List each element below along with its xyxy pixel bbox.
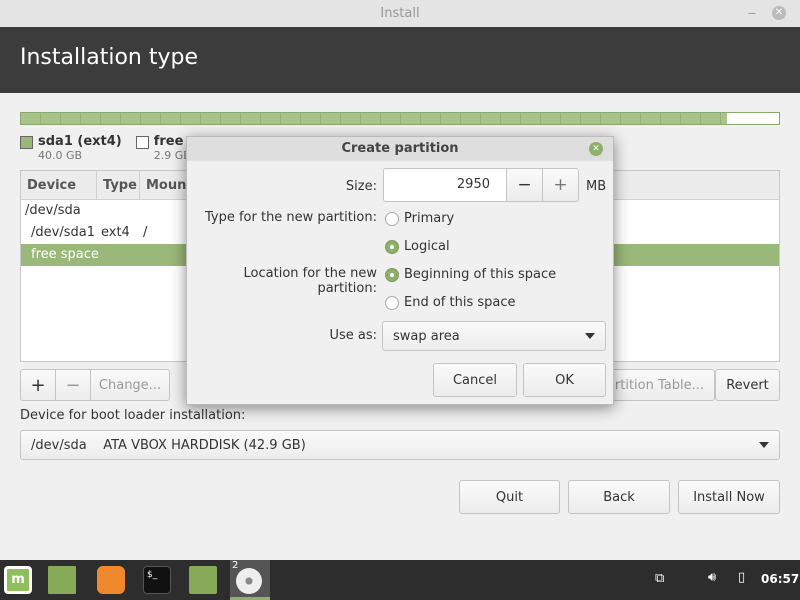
firefox-icon[interactable] (97, 566, 125, 594)
column-type[interactable]: Type (97, 171, 140, 200)
mint-menu-icon[interactable]: m (4, 566, 32, 594)
radio-label: End of this space (404, 295, 516, 310)
use-as-value: swap area (393, 328, 460, 344)
taskbar: m $_ 2 ⧉ 🔊︎ ▯ 06:57 (0, 560, 800, 600)
window-title: Install (380, 6, 420, 21)
legend-swatch (135, 136, 149, 149)
cell-type: ext4 (101, 225, 130, 240)
files-icon[interactable] (189, 566, 217, 594)
radio-label: Primary (404, 211, 455, 226)
add-partition-button[interactable]: + (20, 369, 56, 401)
volume-icon[interactable]: 🔊︎ (708, 570, 716, 585)
cancel-button[interactable]: Cancel (433, 363, 517, 397)
use-as-label: Use as: (329, 328, 377, 343)
cell-device: /dev/sda (25, 203, 81, 218)
legend-name: sda1 (ext4) (38, 134, 122, 149)
remove-partition-button[interactable]: − (55, 369, 91, 401)
dialog-close-icon[interactable]: ✕ (589, 142, 603, 156)
radio-label: Beginning of this space (404, 267, 557, 282)
terminal-icon[interactable]: $_ (143, 566, 171, 594)
battery-icon[interactable]: ▯ (738, 570, 745, 585)
legend-size: 40.0 GB (38, 149, 83, 162)
revert-button[interactable]: Revert (715, 369, 780, 401)
radio-label: Logical (404, 239, 450, 254)
partition-bar-used (21, 113, 728, 124)
install-now-button[interactable]: Install Now (678, 480, 780, 514)
chevron-down-icon (759, 442, 769, 448)
change-partition-button[interactable]: Change... (90, 369, 170, 401)
size-label: Size: (345, 179, 377, 194)
type-label: Type for the new partition: (204, 210, 377, 225)
size-increment-button[interactable]: + (542, 168, 579, 202)
minimize-button[interactable]: ‒ (748, 0, 756, 27)
network-icon[interactable]: ⧉ (655, 571, 664, 586)
radio-end[interactable]: End of this space (385, 295, 516, 310)
page-title: Installation type (0, 27, 800, 93)
use-as-select[interactable]: swap area (382, 321, 606, 351)
ok-button[interactable]: OK (523, 363, 606, 397)
back-button[interactable]: Back (568, 480, 670, 514)
radio-logical[interactable]: Logical (385, 239, 450, 254)
legend-swatch (20, 136, 33, 149)
bootloader-select[interactable]: /dev/sda ATA VBOX HARDDISK (42.9 GB) (20, 430, 780, 460)
chevron-down-icon (585, 333, 595, 339)
show-desktop-icon[interactable] (48, 566, 76, 594)
window-count-badge: 2 (232, 560, 239, 571)
size-decrement-button[interactable]: − (506, 168, 543, 202)
cell-mount: / (143, 225, 148, 240)
cell-device: free space (31, 247, 99, 262)
column-device[interactable]: Device (21, 171, 97, 200)
quit-button[interactable]: Quit (459, 480, 560, 514)
radio-beginning[interactable]: Beginning of this space (385, 267, 556, 282)
create-partition-dialog: Create partition ✕ Size: 2950 − + MB Typ… (186, 136, 614, 405)
window-titlebar: Install ‒ ✕ (0, 0, 800, 27)
disc-icon (236, 568, 262, 594)
location-label: Location for the new partition: (243, 266, 377, 296)
bootloader-value: /dev/sda ATA VBOX HARDDISK (42.9 GB) (31, 437, 306, 453)
cell-device: /dev/sda1 (31, 225, 95, 240)
installer-task[interactable]: 2 (230, 560, 270, 600)
radio-primary[interactable]: Primary (385, 211, 454, 226)
clock[interactable]: 06:57 (761, 572, 799, 586)
size-unit: MB (586, 179, 607, 194)
dialog-title: Create partition (187, 137, 613, 161)
bootloader-label: Device for boot loader installation: (20, 408, 246, 423)
partition-bar (20, 112, 780, 125)
close-button[interactable]: ✕ (772, 6, 786, 20)
size-input[interactable]: 2950 (383, 168, 507, 202)
